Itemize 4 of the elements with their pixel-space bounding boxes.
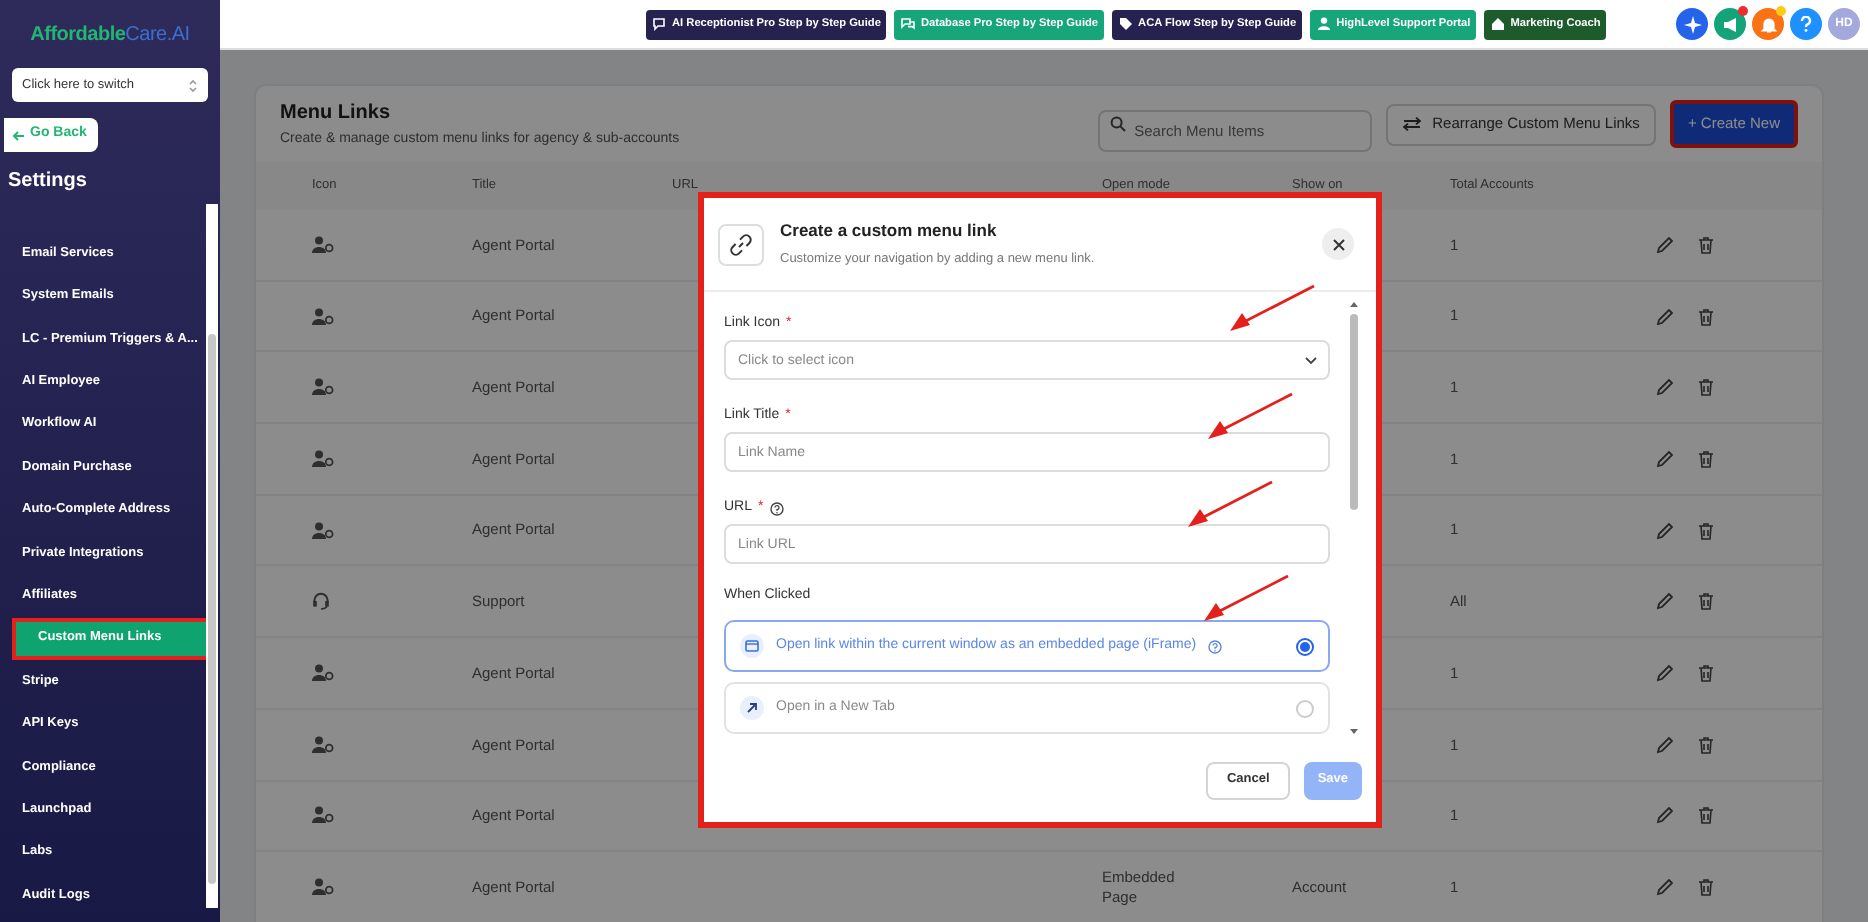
- logo: AffordableCare.AI: [30, 21, 190, 49]
- page-title: Menu Links: [280, 99, 393, 128]
- settings-heading: Settings: [8, 168, 89, 196]
- dialog-title: Create a custom menu link: [780, 218, 999, 244]
